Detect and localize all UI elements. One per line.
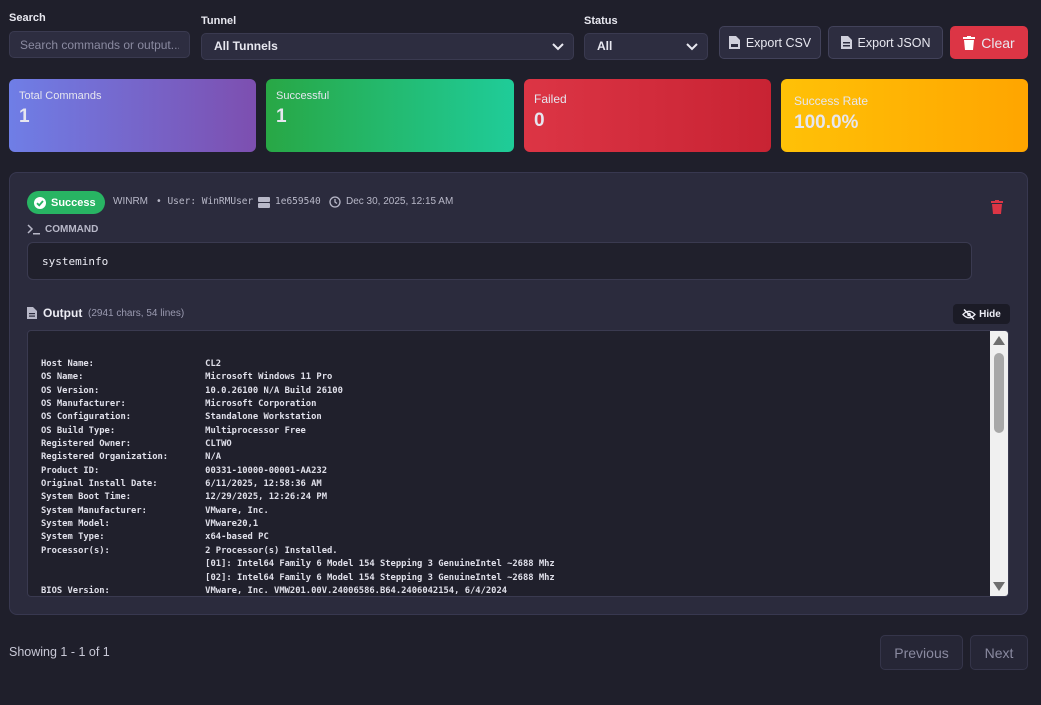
next-button[interactable]: Next xyxy=(970,635,1028,670)
status-badge: Success xyxy=(27,191,105,214)
scroll-up-arrow-icon[interactable] xyxy=(993,335,1005,345)
stat-failed: Failed 0 xyxy=(524,79,771,152)
export-json-button[interactable]: Export JSON xyxy=(828,26,943,59)
user-label: • User: WinRMUser xyxy=(156,196,254,207)
hide-output-button[interactable]: Hide xyxy=(953,304,1010,324)
tunnel-id: 1e659540 xyxy=(275,196,321,207)
hide-label: Hide xyxy=(979,308,1001,320)
clear-button[interactable]: Clear xyxy=(950,26,1028,59)
previous-button[interactable]: Previous xyxy=(880,635,963,670)
scroll-down-arrow-icon[interactable] xyxy=(993,582,1005,592)
search-label: Search xyxy=(9,12,46,24)
output-meta: (2941 chars, 54 lines) xyxy=(88,308,185,319)
stat-value: 0 xyxy=(534,110,545,131)
clear-label: Clear xyxy=(981,34,1015,51)
command-entry: Success WINRM • User: WinRMUser 1e659540… xyxy=(9,172,1028,615)
stat-total-commands: Total Commands 1 xyxy=(9,79,256,152)
stat-value: 1 xyxy=(276,106,287,127)
stat-successful: Successful 1 xyxy=(266,79,514,152)
search-input[interactable] xyxy=(9,31,190,58)
status-label: Status xyxy=(584,15,618,27)
trash-icon xyxy=(963,35,976,50)
output-box: Host Name: CL2 OS Name: Microsoft Window… xyxy=(27,330,1009,597)
output-label: Output xyxy=(43,306,83,320)
scrollbar-thumb[interactable] xyxy=(994,353,1004,433)
clock-icon xyxy=(329,196,341,208)
output-scrollbar[interactable] xyxy=(990,331,1008,596)
pagination-summary: Showing 1 - 1 of 1 xyxy=(9,645,110,659)
file-icon xyxy=(27,307,37,319)
status-select-value: All xyxy=(597,39,613,53)
export-csv-button[interactable]: Export CSV xyxy=(719,26,821,59)
stat-title: Failed xyxy=(534,92,567,106)
stat-value: 1 xyxy=(19,106,30,127)
terminal-icon xyxy=(27,224,40,235)
stat-success-rate: Success Rate 100.0% xyxy=(781,79,1028,152)
tunnel-select[interactable]: All Tunnels xyxy=(201,33,574,60)
json-file-icon xyxy=(840,36,852,49)
delete-entry-icon[interactable] xyxy=(991,200,1003,214)
eye-slash-icon xyxy=(962,308,977,320)
chevron-down-icon xyxy=(686,43,698,51)
tunnel-select-value: All Tunnels xyxy=(214,39,278,53)
timestamp: Dec 30, 2025, 12:15 AM xyxy=(346,196,454,207)
stat-value: 100.0% xyxy=(794,112,859,133)
status-badge-label: Success xyxy=(51,196,96,209)
server-icon xyxy=(258,197,270,208)
export-csv-label: Export CSV xyxy=(745,35,812,50)
export-json-label: Export JSON xyxy=(857,35,931,50)
tunnel-label: Tunnel xyxy=(201,15,237,27)
stat-title: Successful xyxy=(276,90,330,102)
status-select[interactable]: All xyxy=(584,33,708,60)
stat-title: Total Commands xyxy=(19,90,102,102)
check-circle-icon xyxy=(34,196,46,209)
chevron-down-icon xyxy=(552,43,564,51)
csv-file-icon xyxy=(728,36,740,49)
stat-title: Success Rate xyxy=(794,94,869,108)
protocol-label: WINRM xyxy=(113,196,148,207)
command-text: systeminfo xyxy=(27,242,972,280)
command-label: COMMAND xyxy=(45,224,99,235)
output-text: Host Name: CL2 OS Name: Microsoft Window… xyxy=(41,359,555,596)
